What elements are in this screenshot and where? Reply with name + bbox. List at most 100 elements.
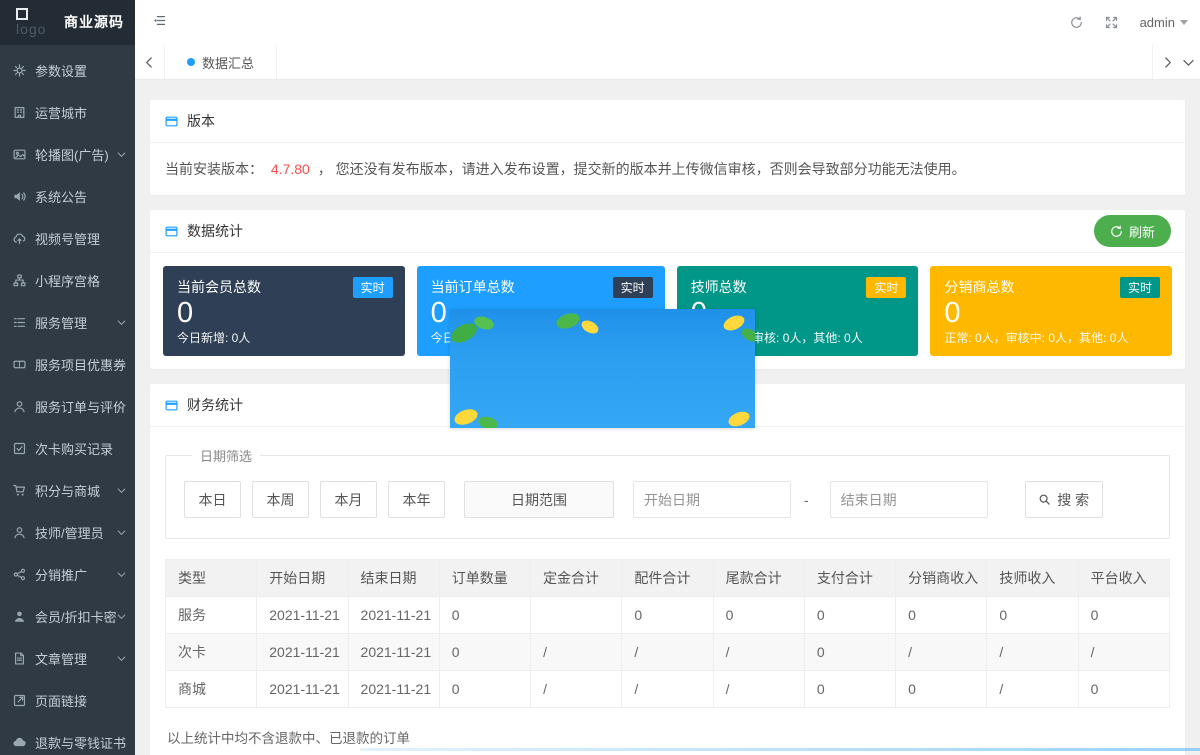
search-button[interactable]: 搜 索 xyxy=(1025,481,1103,518)
sidebar-item-label: 积分与商城 xyxy=(35,481,100,500)
sidebar-item[interactable]: 服务项目优惠券 xyxy=(0,343,135,385)
table-cell: / xyxy=(713,671,804,708)
sidebar-item[interactable]: 技师/管理员 xyxy=(0,511,135,553)
table-cell: / xyxy=(1078,634,1169,671)
table-cell: / xyxy=(987,634,1078,671)
tabs-scroll-left-button[interactable] xyxy=(135,45,165,79)
gear-icon xyxy=(13,63,27,77)
table-cell: / xyxy=(622,634,713,671)
tabs-scroll-right-button[interactable] xyxy=(1152,45,1182,79)
chevron-down-icon xyxy=(116,485,127,496)
list-icon xyxy=(13,315,27,329)
image-icon xyxy=(13,147,27,161)
table-cell: / xyxy=(531,671,622,708)
link-icon xyxy=(13,693,27,707)
table-cell: / xyxy=(531,634,622,671)
date-range-button[interactable]: 日期范围 xyxy=(464,481,614,518)
table-header-cell: 定金合计 xyxy=(531,560,622,597)
table-cell: / xyxy=(896,634,987,671)
quick-date-button[interactable]: 本月 xyxy=(320,481,377,518)
table-cell: 2021-11-21 xyxy=(348,597,439,634)
end-date-input[interactable] xyxy=(830,481,988,518)
quick-date-button[interactable]: 本周 xyxy=(252,481,309,518)
cloud-icon xyxy=(13,735,27,749)
table-cell xyxy=(531,597,622,634)
tab-options-icon[interactable] xyxy=(1182,45,1200,79)
sidebar-item[interactable]: 轮播图(广告) xyxy=(0,133,135,175)
version-card: 版本 当前安装版本： 4.7.80 ， 您还没有发布版本，请进入发布设置，提交新… xyxy=(150,100,1185,195)
table-row: 服务2021-11-212021-11-210000000 xyxy=(166,597,1170,634)
refresh-icon[interactable] xyxy=(1070,16,1083,29)
sidebar-item[interactable]: 视频号管理 xyxy=(0,217,135,259)
stat-card-subtext: 正常: 0人，审核中: 0人，其他: 0人 xyxy=(944,329,1158,346)
refresh-stats-button[interactable]: 刷新 xyxy=(1094,215,1171,247)
cloud-upload-icon xyxy=(13,231,27,245)
checkbox-icon xyxy=(13,441,27,455)
sidebar-item-label: 轮播图(广告) xyxy=(35,145,109,164)
table-cell: 0 xyxy=(1078,597,1169,634)
active-tab-label: 数据汇总 xyxy=(202,53,254,72)
sidebar-menu: 参数设置运营城市轮播图(广告) 系统公告视频号管理小程序宫格服务管理服务项目优惠券… xyxy=(0,45,135,755)
sidebar-item[interactable]: 次卡购买记录 xyxy=(0,427,135,469)
sidebar-item[interactable]: 分销推广 xyxy=(0,553,135,595)
sidebar-item-label: 系统公告 xyxy=(35,187,87,206)
fullscreen-icon[interactable] xyxy=(1105,16,1118,29)
quick-date-button[interactable]: 本年 xyxy=(388,481,445,518)
sidebar-item[interactable]: 运营城市 xyxy=(0,91,135,133)
card-icon xyxy=(165,225,178,238)
sidebar-item-label: 技师/管理员 xyxy=(35,523,104,542)
stat-card-subtext: 今日新增: 0人 xyxy=(177,329,391,346)
speaker-icon xyxy=(13,189,27,203)
table-cell: 0 xyxy=(804,597,895,634)
user-menu[interactable]: admin xyxy=(1140,15,1188,30)
table-cell: 2021-11-21 xyxy=(348,634,439,671)
sidebar-item-label: 分销推广 xyxy=(35,565,87,584)
sidebar-item-label: 服务管理 xyxy=(35,313,87,332)
coupon-icon xyxy=(13,357,27,371)
table-cell: 0 xyxy=(896,597,987,634)
table-cell: 0 xyxy=(713,597,804,634)
finance-card-title: 财务统计 xyxy=(187,395,243,415)
share-icon xyxy=(13,567,27,581)
search-button-label: 搜 索 xyxy=(1057,490,1089,510)
member-icon xyxy=(13,609,27,623)
sidebar-item[interactable]: 退款与零钱证书 xyxy=(0,721,135,755)
sidebar-item[interactable]: 积分与商城 xyxy=(0,469,135,511)
realtime-badge: 实时 xyxy=(613,277,653,298)
building-icon xyxy=(13,105,27,119)
version-comma: ， xyxy=(318,161,332,177)
sidebar-item[interactable]: 小程序宫格 xyxy=(0,259,135,301)
sidebar-item[interactable]: 参数设置 xyxy=(0,49,135,91)
start-date-input[interactable] xyxy=(633,481,791,518)
sidebar-item[interactable]: 会员/折扣卡密 xyxy=(0,595,135,637)
sidebar-item[interactable]: 页面链接 xyxy=(0,679,135,721)
leaves-decoration-icon xyxy=(450,309,755,428)
quick-date-buttons: 本日本周本月本年 xyxy=(184,481,445,518)
logo-image-placeholder: logo xyxy=(16,8,56,42)
sidebar-item-label: 视频号管理 xyxy=(35,229,100,248)
sidebar: logo 商业源码 参数设置运营城市轮播图(广告) 系统公告视频号管理小程序宫格服… xyxy=(0,0,135,755)
table-row: 商城2021-11-212021-11-210///00/0 xyxy=(166,671,1170,708)
table-cell: 0 xyxy=(439,634,530,671)
brand-title: 商业源码 xyxy=(64,0,124,45)
table-header-cell: 尾款合计 xyxy=(713,560,804,597)
table-cell: 0 xyxy=(622,597,713,634)
user-icon xyxy=(13,399,27,413)
topbar: admin xyxy=(135,0,1200,45)
sidebar-item-label: 小程序宫格 xyxy=(35,271,100,290)
sidebar-item[interactable]: 服务管理 xyxy=(0,301,135,343)
search-icon xyxy=(1038,493,1051,506)
bottom-divider xyxy=(360,748,1200,751)
realtime-badge: 实时 xyxy=(353,277,393,298)
user-icon xyxy=(13,525,27,539)
sidebar-item[interactable]: 系统公告 xyxy=(0,175,135,217)
finance-card: 财务统计 日期筛选 本日本周本月本年 日期范围 - 搜 索 类型开始日 xyxy=(150,384,1185,755)
table-cell: 商城 xyxy=(166,671,257,708)
sidebar-item[interactable]: 服务订单与评价 xyxy=(0,385,135,427)
collapse-menu-icon[interactable] xyxy=(153,14,166,30)
table-cell: 0 xyxy=(804,634,895,671)
quick-date-button[interactable]: 本日 xyxy=(184,481,241,518)
date-filter-legend: 日期筛选 xyxy=(192,446,260,465)
sidebar-item[interactable]: 文章管理 xyxy=(0,637,135,679)
tab-data-summary[interactable]: 数据汇总 xyxy=(165,45,277,79)
